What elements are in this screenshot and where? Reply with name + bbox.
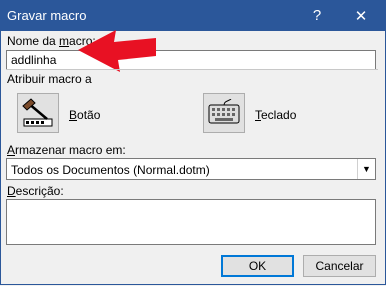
title-bar: Gravar macro ? ✕ xyxy=(0,0,386,31)
assign-keyboard-option[interactable] xyxy=(203,93,245,133)
store-macro-label: Armazenar macro em: xyxy=(7,143,126,157)
ok-button[interactable]: OK xyxy=(221,255,294,277)
description-label: Descrição: xyxy=(7,184,64,198)
close-button[interactable]: ✕ xyxy=(338,0,384,31)
assign-group-divider xyxy=(6,69,378,70)
macro-name-input[interactable]: addlinha xyxy=(6,50,376,70)
store-macro-select[interactable]: Todos os Documentos (Normal.dotm) ▼ xyxy=(6,158,376,180)
store-macro-selected: Todos os Documentos (Normal.dotm) xyxy=(11,163,210,177)
red-arrow-annotation-icon xyxy=(78,30,156,72)
help-button[interactable]: ? xyxy=(294,0,340,31)
assign-button-option[interactable] xyxy=(17,93,59,133)
hammer-toolbar-icon xyxy=(22,98,53,127)
chevron-down-icon[interactable]: ▼ xyxy=(357,159,375,179)
window-title: Gravar macro xyxy=(7,8,87,23)
cancel-button[interactable]: Cancelar xyxy=(303,255,376,277)
assign-macro-label: Atribuir macro a xyxy=(7,72,92,86)
macro-name-value: addlinha xyxy=(11,53,57,67)
keyboard-icon xyxy=(208,99,240,124)
description-field[interactable] xyxy=(6,199,376,245)
keyboard-option-label: Teclado xyxy=(255,108,297,122)
button-option-label: Botão xyxy=(69,108,101,122)
